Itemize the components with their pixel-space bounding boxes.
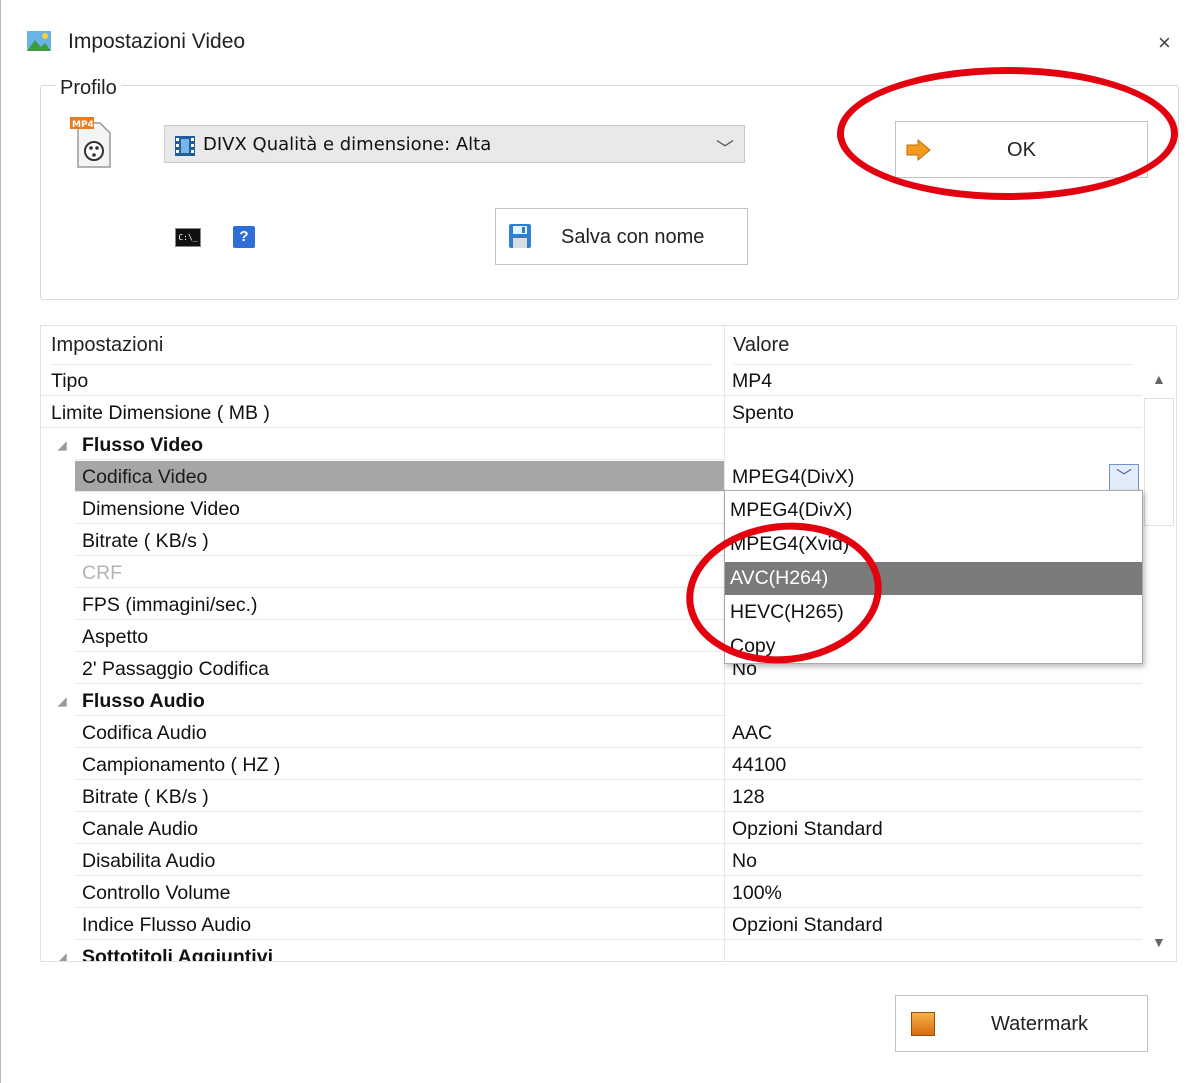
property-value[interactable]: Opzioni Standard bbox=[725, 813, 1143, 844]
property-value[interactable]: Spento bbox=[725, 397, 1143, 428]
watermark-button[interactable]: Watermark bbox=[895, 995, 1148, 1052]
property-name: FPS (immagini/sec.) bbox=[75, 589, 724, 620]
window-title: Impostazioni Video bbox=[68, 30, 246, 53]
collapse-triangle-icon[interactable]: ◢ bbox=[58, 942, 66, 961]
collapse-triangle-icon[interactable]: ◢ bbox=[58, 686, 66, 718]
property-value[interactable]: 44100 bbox=[725, 749, 1143, 780]
scroll-down-icon[interactable]: ▼ bbox=[1152, 934, 1166, 950]
property-name: Codifica Video bbox=[75, 461, 724, 492]
property-name: Bitrate ( KB/s ) bbox=[75, 525, 724, 556]
property-value[interactable]: 100% bbox=[725, 877, 1143, 908]
property-name: Limite Dimensione ( MB ) bbox=[41, 397, 724, 428]
property-name: Canale Audio bbox=[75, 813, 724, 844]
codec-option[interactable]: MPEG4(Xvid) bbox=[725, 528, 1142, 561]
scroll-up-icon[interactable]: ▲ bbox=[1152, 371, 1166, 387]
property-value[interactable]: MPEG4(DivX) bbox=[725, 461, 1143, 492]
property-value[interactable]: MP4 bbox=[725, 365, 1143, 396]
category-row[interactable]: Flusso Video ◢ bbox=[41, 429, 1143, 461]
property-row[interactable]: Bitrate ( KB/s ) 128 bbox=[41, 781, 1143, 813]
property-name: Sottotitoli Aggiuntivi bbox=[75, 941, 724, 961]
close-icon[interactable]: × bbox=[1158, 30, 1171, 56]
property-name: Controllo Volume bbox=[75, 877, 724, 908]
property-name: Campionamento ( HZ ) bbox=[75, 749, 724, 780]
property-name: 2' Passaggio Codifica bbox=[75, 653, 724, 684]
property-row[interactable]: Codifica Audio AAC bbox=[41, 717, 1143, 749]
property-name: Flusso Video bbox=[75, 429, 724, 460]
mp4-file-icon: MP4 bbox=[70, 117, 111, 168]
property-row[interactable]: Codifica Video MPEG4(DivX) bbox=[41, 461, 1143, 493]
watermark-label: Watermark bbox=[991, 1013, 1089, 1035]
codec-option[interactable]: MPEG4(DivX) bbox=[725, 494, 1142, 527]
property-value[interactable]: No bbox=[725, 845, 1143, 876]
save-icon bbox=[509, 224, 531, 248]
property-row[interactable]: Campionamento ( HZ ) 44100 bbox=[41, 749, 1143, 781]
profile-select-value: DIVX Qualità e dimensione: Alta bbox=[203, 134, 492, 155]
property-row[interactable]: Controllo Volume 100% bbox=[41, 877, 1143, 909]
cmd-icon[interactable]: C:\_ bbox=[175, 228, 201, 247]
app-icon bbox=[27, 31, 51, 51]
property-name: Flusso Audio bbox=[75, 685, 724, 716]
property-name: Tipo bbox=[41, 365, 724, 396]
property-row[interactable]: Disabilita Audio No bbox=[41, 845, 1143, 877]
chevron-down-icon: ﹀ bbox=[716, 139, 734, 159]
svg-text:MP4: MP4 bbox=[72, 120, 94, 130]
save-as-label: Salva con nome bbox=[561, 226, 705, 248]
property-row[interactable]: Tipo MP4 bbox=[41, 365, 1143, 397]
ok-button[interactable]: OK bbox=[895, 121, 1148, 178]
category-row[interactable]: Sottotitoli Aggiuntivi ◢ bbox=[41, 941, 1143, 961]
collapse-triangle-icon[interactable]: ◢ bbox=[58, 430, 66, 462]
property-name: Bitrate ( KB/s ) bbox=[75, 781, 724, 812]
property-name: Indice Flusso Audio bbox=[75, 909, 724, 940]
codec-option[interactable]: AVC(H264) bbox=[725, 562, 1142, 595]
codec-option[interactable]: HEVC(H265) bbox=[725, 596, 1142, 629]
property-name: Codifica Audio bbox=[75, 717, 724, 748]
help-icon[interactable]: ? bbox=[233, 226, 255, 248]
scrollbar-thumb[interactable] bbox=[1144, 398, 1174, 526]
property-row[interactable]: Limite Dimensione ( MB ) Spento bbox=[41, 397, 1143, 429]
property-row[interactable]: Canale Audio Opzioni Standard bbox=[41, 813, 1143, 845]
property-name: Disabilita Audio bbox=[75, 845, 724, 876]
chevron-down-icon[interactable]: ﹀ bbox=[1109, 464, 1139, 492]
property-name: Aspetto bbox=[75, 621, 724, 652]
profile-select[interactable]: DIVX Qualità e dimensione: Alta ﹀ bbox=[164, 125, 745, 163]
profile-group-label: Profilo bbox=[56, 77, 121, 100]
property-name: CRF bbox=[75, 557, 724, 588]
save-as-button[interactable]: Salva con nome bbox=[495, 208, 748, 265]
header-value: Valore bbox=[733, 326, 1133, 365]
property-name: Dimensione Video bbox=[75, 493, 724, 524]
category-row[interactable]: Flusso Audio ◢ bbox=[41, 685, 1143, 717]
profile-group bbox=[40, 85, 1179, 300]
ok-label: OK bbox=[1007, 139, 1036, 161]
codec-dropdown-list: MPEG4(DivX) MPEG4(Xvid) AVC(H264) HEVC(H265… bbox=[724, 490, 1143, 664]
property-value[interactable]: Opzioni Standard bbox=[725, 909, 1143, 940]
property-value[interactable]: AAC bbox=[725, 717, 1143, 748]
watermark-icon bbox=[911, 1012, 935, 1036]
property-value[interactable]: 128 bbox=[725, 781, 1143, 812]
film-icon bbox=[175, 136, 195, 156]
header-settings: Impostazioni bbox=[51, 326, 711, 365]
property-row[interactable]: Indice Flusso Audio Opzioni Standard bbox=[41, 909, 1143, 941]
codec-option[interactable]: Copy bbox=[725, 630, 1142, 663]
